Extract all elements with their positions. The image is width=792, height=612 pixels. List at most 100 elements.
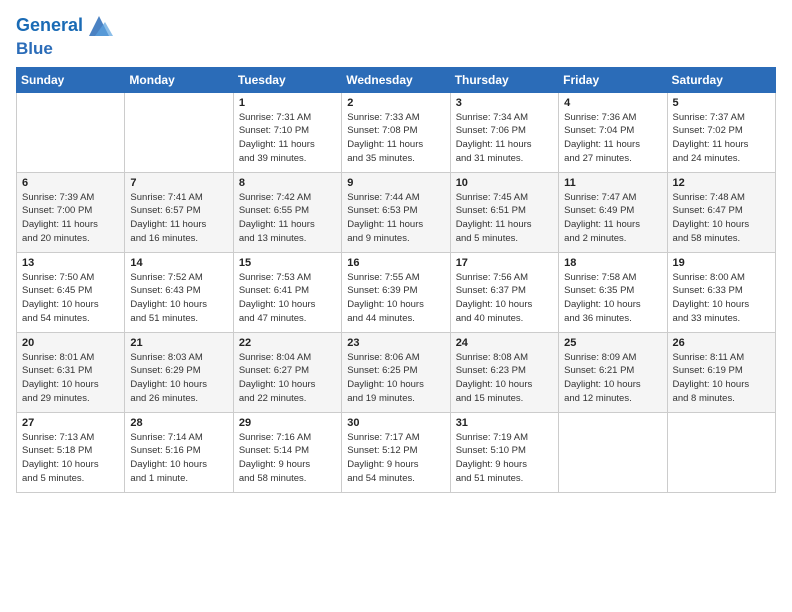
day-info: Sunrise: 7:19 AM Sunset: 5:10 PM Dayligh…	[456, 431, 553, 486]
calendar-cell: 4Sunrise: 7:36 AM Sunset: 7:04 PM Daylig…	[559, 92, 667, 172]
calendar-week-2: 6 Sunrise: 7:39 AM Sunset: 7:00 PM Daylig…	[17, 172, 776, 252]
calendar-cell: 11 Sunrise: 7:47 AM Sunset: 6:49 PM Dayli…	[559, 172, 667, 252]
day-info: Sunrise: 7:58 AM Sunset: 6:35 PM Dayligh…	[564, 271, 661, 326]
day-info: Sunrise: 7:44 AM Sunset: 6:53 PM Dayligh…	[347, 191, 444, 246]
day-number: 28	[130, 417, 227, 429]
weekday-header-wednesday: Wednesday	[342, 67, 450, 92]
calendar-cell: 26Sunrise: 8:11 AM Sunset: 6:19 PM Dayli…	[667, 332, 775, 412]
calendar-cell: 1 Sunrise: 7:31 AM Sunset: 7:10 PM Daylig…	[233, 92, 341, 172]
day-number: 22	[239, 337, 336, 349]
calendar-cell: 29 Sunrise: 7:16 AM Sunset: 5:14 PM Dayli…	[233, 412, 341, 492]
day-number: 2	[347, 97, 444, 109]
day-info: Sunrise: 7:17 AM Sunset: 5:12 PM Dayligh…	[347, 431, 444, 486]
day-number: 6	[22, 177, 119, 189]
calendar-cell: 16 Sunrise: 7:55 AM Sunset: 6:39 PM Dayli…	[342, 252, 450, 332]
calendar-cell	[17, 92, 125, 172]
day-number: 26	[673, 337, 770, 349]
day-number: 23	[347, 337, 444, 349]
calendar-week-5: 27Sunrise: 7:13 AM Sunset: 5:18 PM Dayli…	[17, 412, 776, 492]
logo-text-blue: Blue	[16, 40, 53, 59]
weekday-header-friday: Friday	[559, 67, 667, 92]
calendar-cell: 3 Sunrise: 7:34 AM Sunset: 7:06 PM Daylig…	[450, 92, 558, 172]
day-number: 12	[673, 177, 770, 189]
day-number: 5	[673, 97, 770, 109]
day-info: Sunrise: 7:42 AM Sunset: 6:55 PM Dayligh…	[239, 191, 336, 246]
day-info: Sunrise: 7:16 AM Sunset: 5:14 PM Dayligh…	[239, 431, 336, 486]
weekday-header-monday: Monday	[125, 67, 233, 92]
day-info: Sunrise: 8:06 AM Sunset: 6:25 PM Dayligh…	[347, 351, 444, 406]
day-info: Sunrise: 7:48 AM Sunset: 6:47 PM Dayligh…	[673, 191, 770, 246]
day-number: 16	[347, 257, 444, 269]
weekday-header-saturday: Saturday	[667, 67, 775, 92]
calendar-cell: 23 Sunrise: 8:06 AM Sunset: 6:25 PM Dayli…	[342, 332, 450, 412]
day-number: 20	[22, 337, 119, 349]
calendar-cell: 17 Sunrise: 7:56 AM Sunset: 6:37 PM Dayli…	[450, 252, 558, 332]
calendar-cell: 19 Sunrise: 8:00 AM Sunset: 6:33 PM Dayli…	[667, 252, 775, 332]
calendar-cell	[559, 412, 667, 492]
day-info: Sunrise: 7:14 AM Sunset: 5:16 PM Dayligh…	[130, 431, 227, 486]
day-info: Sunrise: 7:55 AM Sunset: 6:39 PM Dayligh…	[347, 271, 444, 326]
calendar-cell: 30Sunrise: 7:17 AM Sunset: 5:12 PM Dayli…	[342, 412, 450, 492]
day-info: Sunrise: 7:36 AM Sunset: 7:04 PM Dayligh…	[564, 111, 661, 166]
day-number: 29	[239, 417, 336, 429]
day-number: 15	[239, 257, 336, 269]
day-number: 25	[564, 337, 661, 349]
calendar-cell: 6 Sunrise: 7:39 AM Sunset: 7:00 PM Daylig…	[17, 172, 125, 252]
calendar-cell: 31 Sunrise: 7:19 AM Sunset: 5:10 PM Dayli…	[450, 412, 558, 492]
calendar-cell: 12 Sunrise: 7:48 AM Sunset: 6:47 PM Dayli…	[667, 172, 775, 252]
day-info: Sunrise: 7:53 AM Sunset: 6:41 PM Dayligh…	[239, 271, 336, 326]
day-number: 31	[456, 417, 553, 429]
day-number: 11	[564, 177, 661, 189]
day-number: 9	[347, 177, 444, 189]
calendar-cell: 13 Sunrise: 7:50 AM Sunset: 6:45 PM Dayli…	[17, 252, 125, 332]
weekday-header-thursday: Thursday	[450, 67, 558, 92]
day-info: Sunrise: 8:09 AM Sunset: 6:21 PM Dayligh…	[564, 351, 661, 406]
day-number: 13	[22, 257, 119, 269]
day-number: 21	[130, 337, 227, 349]
logo-icon	[85, 12, 113, 40]
day-info: Sunrise: 7:50 AM Sunset: 6:45 PM Dayligh…	[22, 271, 119, 326]
calendar-cell: 27Sunrise: 7:13 AM Sunset: 5:18 PM Dayli…	[17, 412, 125, 492]
calendar-cell: 28 Sunrise: 7:14 AM Sunset: 5:16 PM Dayli…	[125, 412, 233, 492]
day-number: 19	[673, 257, 770, 269]
day-info: Sunrise: 8:00 AM Sunset: 6:33 PM Dayligh…	[673, 271, 770, 326]
calendar-week-4: 20 Sunrise: 8:01 AM Sunset: 6:31 PM Dayli…	[17, 332, 776, 412]
day-number: 3	[456, 97, 553, 109]
day-info: Sunrise: 7:45 AM Sunset: 6:51 PM Dayligh…	[456, 191, 553, 246]
calendar-cell: 18 Sunrise: 7:58 AM Sunset: 6:35 PM Dayli…	[559, 252, 667, 332]
day-info: Sunrise: 7:47 AM Sunset: 6:49 PM Dayligh…	[564, 191, 661, 246]
day-info: Sunrise: 7:37 AM Sunset: 7:02 PM Dayligh…	[673, 111, 770, 166]
calendar-cell: 10 Sunrise: 7:45 AM Sunset: 6:51 PM Dayli…	[450, 172, 558, 252]
calendar-table: SundayMondayTuesdayWednesdayThursdayFrid…	[16, 67, 776, 493]
day-info: Sunrise: 7:34 AM Sunset: 7:06 PM Dayligh…	[456, 111, 553, 166]
calendar-cell: 24Sunrise: 8:08 AM Sunset: 6:23 PM Dayli…	[450, 332, 558, 412]
calendar-cell: 22 Sunrise: 8:04 AM Sunset: 6:27 PM Dayli…	[233, 332, 341, 412]
day-info: Sunrise: 7:56 AM Sunset: 6:37 PM Dayligh…	[456, 271, 553, 326]
day-number: 14	[130, 257, 227, 269]
calendar-cell: 15 Sunrise: 7:53 AM Sunset: 6:41 PM Dayli…	[233, 252, 341, 332]
day-info: Sunrise: 8:04 AM Sunset: 6:27 PM Dayligh…	[239, 351, 336, 406]
day-info: Sunrise: 8:08 AM Sunset: 6:23 PM Dayligh…	[456, 351, 553, 406]
weekday-header-tuesday: Tuesday	[233, 67, 341, 92]
weekday-header-sunday: Sunday	[17, 67, 125, 92]
calendar-cell: 25 Sunrise: 8:09 AM Sunset: 6:21 PM Dayli…	[559, 332, 667, 412]
header: General Blue	[16, 12, 776, 59]
day-number: 7	[130, 177, 227, 189]
day-info: Sunrise: 7:31 AM Sunset: 7:10 PM Dayligh…	[239, 111, 336, 166]
day-info: Sunrise: 7:39 AM Sunset: 7:00 PM Dayligh…	[22, 191, 119, 246]
day-number: 1	[239, 97, 336, 109]
calendar-cell: 9 Sunrise: 7:44 AM Sunset: 6:53 PM Daylig…	[342, 172, 450, 252]
calendar-cell	[125, 92, 233, 172]
calendar-cell: 8Sunrise: 7:42 AM Sunset: 6:55 PM Daylig…	[233, 172, 341, 252]
calendar-cell: 20 Sunrise: 8:01 AM Sunset: 6:31 PM Dayli…	[17, 332, 125, 412]
calendar-week-1: 1 Sunrise: 7:31 AM Sunset: 7:10 PM Daylig…	[17, 92, 776, 172]
calendar-cell: 5 Sunrise: 7:37 AM Sunset: 7:02 PM Daylig…	[667, 92, 775, 172]
day-info: Sunrise: 7:52 AM Sunset: 6:43 PM Dayligh…	[130, 271, 227, 326]
day-number: 17	[456, 257, 553, 269]
day-number: 10	[456, 177, 553, 189]
day-number: 18	[564, 257, 661, 269]
day-info: Sunrise: 8:01 AM Sunset: 6:31 PM Dayligh…	[22, 351, 119, 406]
calendar-cell: 14 Sunrise: 7:52 AM Sunset: 6:43 PM Dayli…	[125, 252, 233, 332]
calendar-header-row: SundayMondayTuesdayWednesdayThursdayFrid…	[17, 67, 776, 92]
logo-text-general: General	[16, 16, 83, 36]
